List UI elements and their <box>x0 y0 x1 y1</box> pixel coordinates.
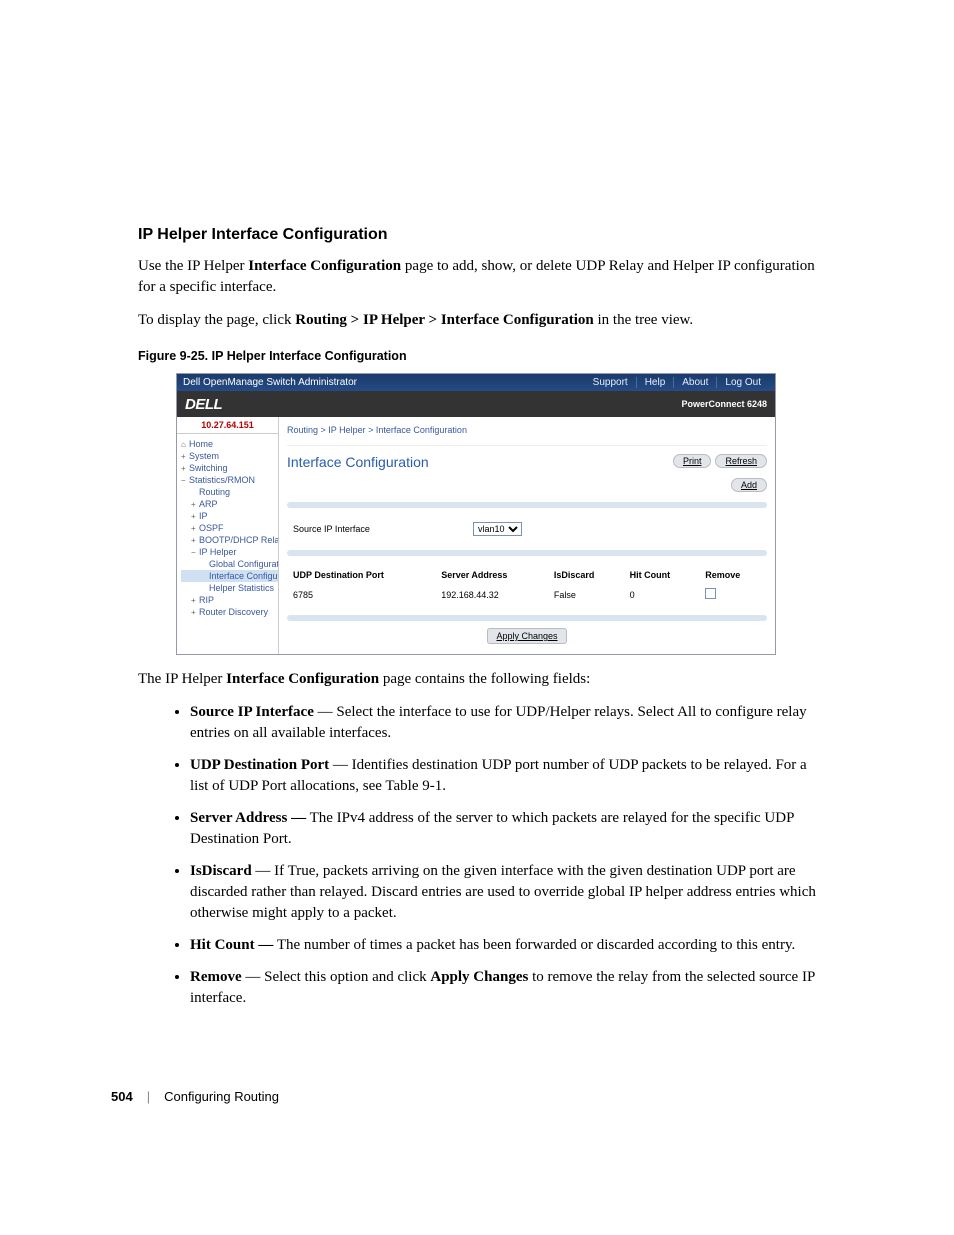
embedded-screenshot: Dell OpenManage Switch Administrator Sup… <box>176 373 776 655</box>
cell-discard: False <box>548 584 624 605</box>
sidebar-item[interactable]: +Switching <box>181 462 278 474</box>
pf-pre: The IP Helper <box>138 671 226 687</box>
col-isdiscard: IsDiscard <box>548 566 624 584</box>
sidebar-item[interactable]: +RIP <box>181 594 278 606</box>
intro-bold: Interface Configuration <box>248 258 401 274</box>
pf-post: page contains the following fields: <box>379 671 590 687</box>
source-ip-label: Source IP Interface <box>293 524 473 534</box>
apply-changes-button[interactable]: Apply Changes <box>487 628 566 644</box>
sidebar-item[interactable]: ⌂Home <box>181 438 278 450</box>
nav-logout[interactable]: Log Out <box>716 377 769 388</box>
intro2-text-post: in the tree view. <box>594 312 693 328</box>
sidebar-item[interactable]: −Statistics/RMON <box>181 474 278 486</box>
topnav: Support Help About Log Out <box>585 377 769 388</box>
cell-remove <box>699 584 767 605</box>
add-button[interactable]: Add <box>731 478 767 492</box>
section-name: Configuring Routing <box>164 1089 279 1104</box>
page-number: 504 <box>111 1089 133 1104</box>
brand-banner: DELL PowerConnect 6248 <box>177 391 775 417</box>
list-item: Hit Count — The number of times a packet… <box>190 935 821 956</box>
sidebar-item[interactable]: +OSPF <box>181 522 278 534</box>
source-ip-row: Source IP Interface vlan10 <box>287 518 767 540</box>
list-item: Source IP Interface — Select the interfa… <box>190 702 821 744</box>
print-button[interactable]: Print <box>673 454 712 468</box>
cell-port: 6785 <box>287 584 435 605</box>
window-title: Dell OpenManage Switch Administrator <box>183 377 357 388</box>
page-footer: 504 | Configuring Routing <box>111 1089 279 1104</box>
list-item: Remove — Select this option and click Ap… <box>190 967 821 1009</box>
device-model: PowerConnect 6248 <box>681 399 767 409</box>
separator <box>287 502 767 508</box>
refresh-button[interactable]: Refresh <box>715 454 767 468</box>
sidebar-item[interactable]: Global Configuration <box>181 558 278 570</box>
intro-text: Use the IP Helper <box>138 258 248 274</box>
field-list: Source IP Interface — Select the interfa… <box>138 702 821 1009</box>
col-remove: Remove <box>699 566 767 584</box>
nav-help[interactable]: Help <box>636 377 674 388</box>
intro-paragraph-2: To display the page, click Routing > IP … <box>138 310 821 331</box>
breadcrumb: Routing > IP Helper > Interface Configur… <box>287 423 767 446</box>
dell-logo: DELL <box>185 396 222 413</box>
nav-about[interactable]: About <box>673 377 716 388</box>
intro2-bold: Routing > IP Helper > Interface Configur… <box>295 312 593 328</box>
sidebar-item[interactable]: Helper Statistics <box>181 582 278 594</box>
col-udp-port: UDP Destination Port <box>287 566 435 584</box>
col-hitcount: Hit Count <box>624 566 700 584</box>
col-server-address: Server Address <box>435 566 548 584</box>
footer-divider: | <box>147 1089 150 1104</box>
cell-hits: 0 <box>624 584 700 605</box>
relay-table: UDP Destination Port Server Address IsDi… <box>287 566 767 605</box>
sidebar-item[interactable]: +BOOTP/DHCP Relay A <box>181 534 278 546</box>
cell-server: 192.168.44.32 <box>435 584 548 605</box>
window-titlebar: Dell OpenManage Switch Administrator Sup… <box>177 374 775 391</box>
page-title: Interface Configuration <box>287 454 429 470</box>
pf-bold: Interface Configuration <box>226 671 379 687</box>
separator <box>287 615 767 621</box>
section-title: IP Helper Interface Configuration <box>138 226 821 244</box>
post-figure-intro: The IP Helper Interface Configuration pa… <box>138 669 821 690</box>
separator <box>287 550 767 556</box>
sidebar-item[interactable]: Routing <box>181 486 278 498</box>
list-item: IsDiscard — If True, packets arriving on… <box>190 861 821 924</box>
nav-support[interactable]: Support <box>585 377 636 388</box>
table-row: 6785 192.168.44.32 False 0 <box>287 584 767 605</box>
source-ip-select[interactable]: vlan10 <box>473 522 522 536</box>
remove-checkbox[interactable] <box>705 588 716 599</box>
sidebar-item[interactable]: +Router Discovery <box>181 606 278 618</box>
sidebar-item[interactable]: +ARP <box>181 498 278 510</box>
ip-address: 10.27.64.151 <box>177 417 278 434</box>
main-panel: Routing > IP Helper > Interface Configur… <box>279 417 775 654</box>
sidebar-item[interactable]: +System <box>181 450 278 462</box>
list-item: Server Address — The IPv4 address of the… <box>190 808 821 850</box>
sidebar-item[interactable]: −IP Helper <box>181 546 278 558</box>
intro-paragraph-1: Use the IP Helper Interface Configuratio… <box>138 256 821 298</box>
sidebar-item[interactable]: Interface Configurati <box>181 570 278 582</box>
figure-caption: Figure 9-25. IP Helper Interface Configu… <box>138 349 821 363</box>
sidebar: 10.27.64.151 ⌂Home+System+Switching−Stat… <box>177 417 279 654</box>
list-item: UDP Destination Port — Identifies destin… <box>190 755 821 797</box>
sidebar-item[interactable]: +IP <box>181 510 278 522</box>
intro2-text: To display the page, click <box>138 312 295 328</box>
